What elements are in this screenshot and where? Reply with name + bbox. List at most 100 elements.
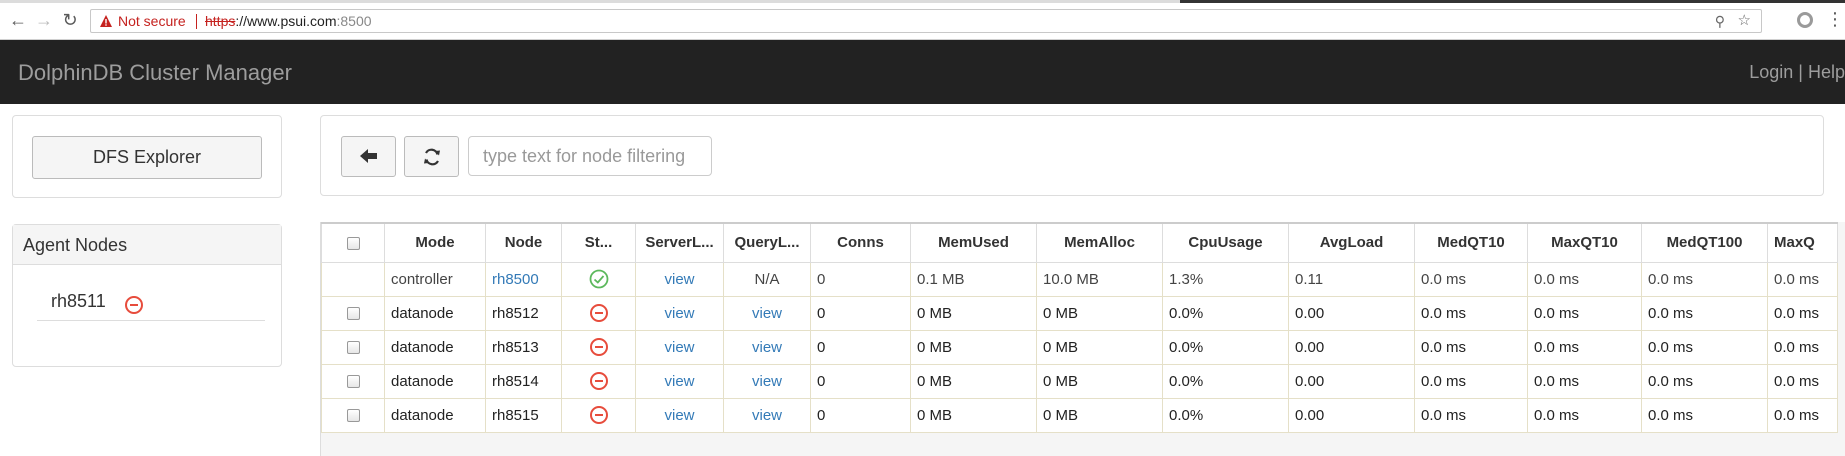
mem-alloc-cell: 0 MB [1036, 295, 1163, 331]
med-qt10-cell: 0.0 ms [1414, 363, 1528, 399]
back-button[interactable] [341, 136, 396, 177]
browser-menu-icon[interactable]: ⋮ [1826, 9, 1844, 29]
max-qt10-cell: 0.0 ms [1527, 397, 1642, 433]
status-cell [561, 397, 636, 433]
nodes-table: Mode Node St... ServerL... QueryL... Con… [321, 222, 1838, 433]
warning-icon [100, 15, 112, 27]
column-header[interactable]: QueryL... [723, 222, 811, 263]
help-link[interactable]: Help [1808, 62, 1845, 82]
status-cell [561, 261, 636, 297]
bookmark-star-icon[interactable]: ☆ [1738, 10, 1751, 32]
toolbar-panel [320, 115, 1824, 196]
table-row[interactable]: controller rh8500 view N/A 0 0.1 MB 10.0… [321, 261, 1838, 297]
forward-arrow-icon[interactable]: → [34, 10, 54, 30]
mode-cell: datanode [384, 397, 486, 433]
mode-cell: datanode [384, 363, 486, 399]
extension-icon[interactable] [1797, 12, 1813, 28]
minus-circle-icon [125, 296, 143, 314]
table-row[interactable]: datanode rh8515 view view 0 0 MB 0 MB 0.… [321, 397, 1838, 433]
reload-icon[interactable]: ↻ [60, 10, 80, 30]
node-cell: rh8500 [485, 261, 562, 297]
agent-nodes-panel: Agent Nodes rh8511 [12, 224, 282, 367]
table-row[interactable]: datanode rh8514 view view 0 0 MB 0 MB 0.… [321, 363, 1838, 399]
row-checkbox-cell [321, 363, 385, 399]
max-qt10-cell: 0.0 ms [1527, 329, 1642, 365]
med-qt100-cell: 0.0 ms [1641, 363, 1768, 399]
mem-alloc-cell: 0 MB [1036, 329, 1163, 365]
navbar-separator: | [1793, 62, 1808, 82]
row-checkbox-cell [321, 397, 385, 433]
server-log-link[interactable]: view [664, 271, 694, 288]
query-log-link[interactable]: view [752, 373, 782, 390]
row-checkbox-cell [321, 329, 385, 365]
conns-cell: 0 [810, 363, 911, 399]
minus-circle-icon [589, 406, 608, 425]
app-navbar: DolphinDB Cluster Manager Login | Help [0, 40, 1845, 104]
max-qt100-cell: 0.0 ms [1767, 329, 1838, 365]
mem-alloc-cell: 0 MB [1036, 363, 1163, 399]
row-checkbox[interactable] [346, 375, 360, 389]
column-header[interactable]: MaxQT10 [1527, 222, 1642, 263]
column-header[interactable]: Conns [810, 222, 911, 263]
minus-circle-icon [589, 372, 608, 391]
mem-used-cell: 0 MB [910, 397, 1037, 433]
row-checkbox[interactable] [346, 409, 360, 423]
server-log-cell: view [635, 397, 724, 433]
column-header[interactable]: MemAlloc [1036, 222, 1163, 263]
table-header-row: Mode Node St... ServerL... QueryL... Con… [321, 222, 1838, 263]
conns-cell: 0 [810, 261, 911, 297]
query-log-cell: view [723, 295, 811, 331]
table-row[interactable]: datanode rh8513 view view 0 0 MB 0 MB 0.… [321, 329, 1838, 365]
conns-cell: 0 [810, 295, 911, 331]
query-log-link[interactable]: view [752, 407, 782, 424]
arrow-left-icon [360, 149, 377, 163]
refresh-button[interactable] [404, 136, 459, 177]
node-link[interactable]: rh8500 [492, 271, 539, 288]
query-log-cell: view [723, 397, 811, 433]
node-cell: rh8513 [485, 329, 562, 365]
row-checkbox[interactable] [346, 307, 360, 321]
column-header[interactable]: AvgLoad [1288, 222, 1415, 263]
dfs-explorer-button[interactable]: DFS Explorer [32, 136, 262, 179]
node-filter-input[interactable] [468, 136, 712, 176]
zoom-icon[interactable]: ⚲ [1715, 10, 1725, 32]
mem-alloc-cell: 10.0 MB [1036, 261, 1163, 297]
login-link[interactable]: Login [1749, 62, 1793, 82]
mode-cell: datanode [384, 329, 486, 365]
column-header[interactable]: Node [485, 222, 562, 263]
query-log-link[interactable]: view [752, 305, 782, 322]
active-tab-indicator [1180, 0, 1845, 3]
url-text: https://www.psui.com:8500 [205, 10, 372, 32]
max-qt10-cell: 0.0 ms [1527, 295, 1642, 331]
avg-load-cell: 0.00 [1288, 363, 1415, 399]
column-header[interactable]: MedQT10 [1414, 222, 1528, 263]
status-cell [561, 295, 636, 331]
query-log-link[interactable]: view [752, 339, 782, 356]
select-all-header[interactable] [321, 222, 385, 263]
address-bar[interactable]: Not secure https://www.psui.com:8500 ⚲ ☆ [90, 9, 1762, 33]
column-header[interactable]: CpuUsage [1162, 222, 1289, 263]
check-circle-icon [589, 269, 608, 289]
agent-node-item[interactable]: rh8511 [37, 287, 265, 321]
column-header[interactable]: MemUsed [910, 222, 1037, 263]
app-brand[interactable]: DolphinDB Cluster Manager [18, 60, 292, 86]
server-log-link[interactable]: view [664, 305, 694, 322]
agent-node-name: rh8511 [51, 291, 106, 311]
column-header[interactable]: Mode [384, 222, 486, 263]
server-log-link[interactable]: view [664, 373, 694, 390]
server-log-link[interactable]: view [664, 339, 694, 356]
conns-cell: 0 [810, 329, 911, 365]
back-arrow-icon[interactable]: ← [8, 10, 28, 30]
server-log-link[interactable]: view [664, 407, 694, 424]
row-checkbox[interactable] [346, 341, 360, 355]
query-log-cell: view [723, 363, 811, 399]
cpu-usage-cell: 0.0% [1162, 397, 1289, 433]
column-header[interactable]: MaxQ [1767, 222, 1838, 263]
column-header[interactable]: MedQT100 [1641, 222, 1768, 263]
med-qt10-cell: 0.0 ms [1414, 397, 1528, 433]
table-row[interactable]: datanode rh8512 view view 0 0 MB 0 MB 0.… [321, 295, 1838, 331]
column-header[interactable]: ServerL... [635, 222, 724, 263]
column-header[interactable]: St... [561, 222, 636, 263]
mode-cell: controller [384, 261, 486, 297]
select-all-checkbox[interactable] [346, 236, 360, 250]
